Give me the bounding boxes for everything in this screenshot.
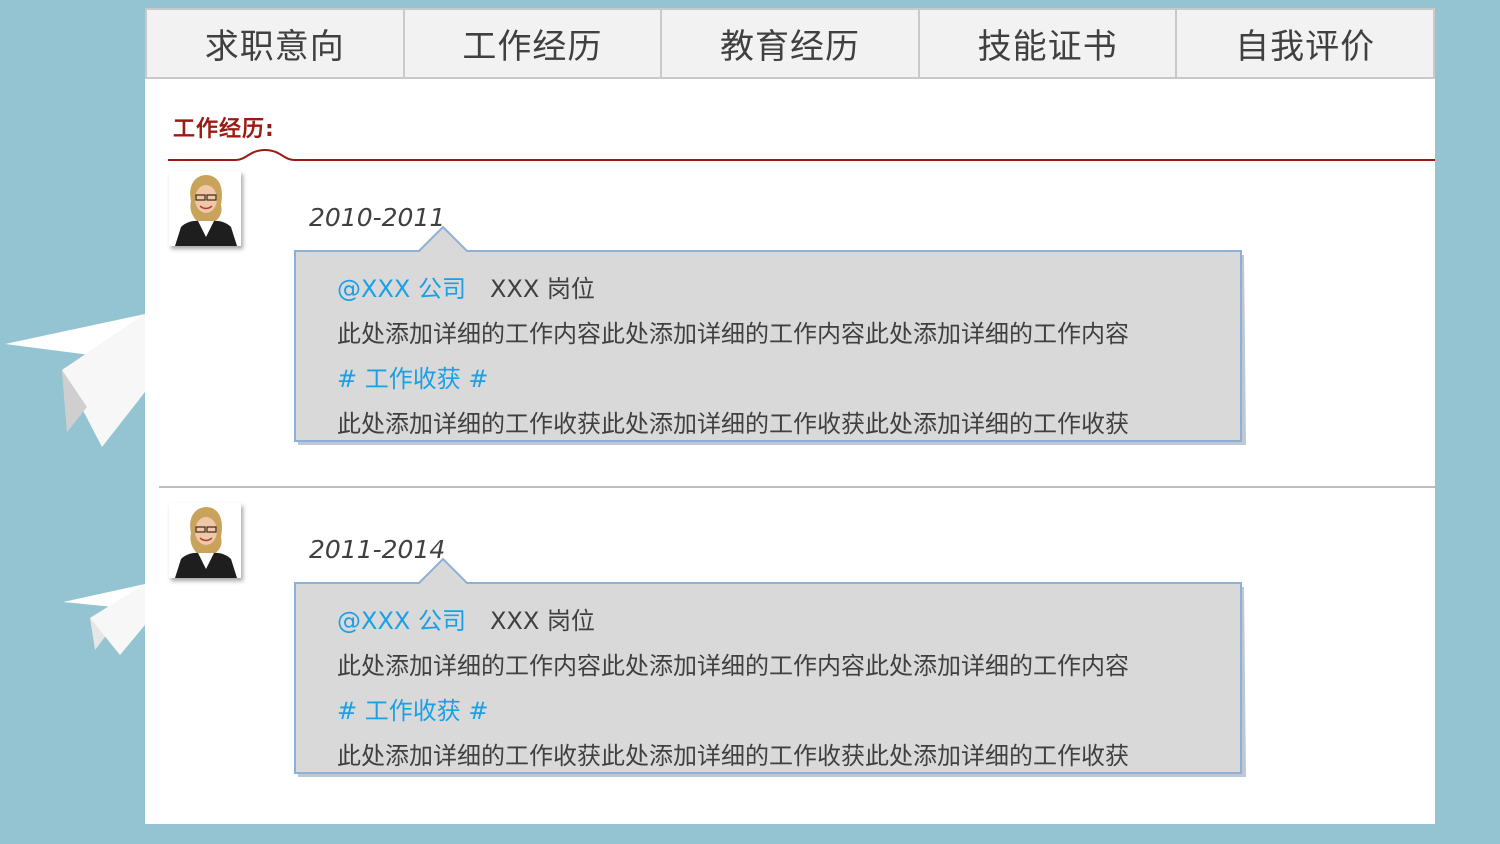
avatar xyxy=(169,503,241,578)
tab-job-intention[interactable]: 求职意向 xyxy=(147,10,405,77)
section-title: 工作经历: xyxy=(173,117,275,142)
bubble-content: @XXX 公司 XXX 岗位 此处添加详细的工作内容此处添加详细的工作内容此处添加… xyxy=(337,599,1197,779)
paper-plane-icon xyxy=(5,314,145,447)
bubble-content: @XXX 公司 XXX 岗位 此处添加详细的工作内容此处添加详细的工作内容此处添加… xyxy=(337,267,1197,447)
paper-plane-icon xyxy=(63,584,145,655)
job-position: XXX 岗位 xyxy=(489,607,595,635)
work-harvest: 此处添加详细的工作收获此处添加详细的工作收获此处添加详细的工作收获 xyxy=(337,742,1129,770)
work-content: 此处添加详细的工作内容此处添加详细的工作内容此处添加详细的工作内容 xyxy=(337,652,1129,680)
title-underline xyxy=(168,148,1435,161)
content-panel: 工作经历: 2010-2011 @XXX 公司 XXX 岗位 此处添加详细的工作… xyxy=(145,79,1435,824)
tab-education[interactable]: 教育经历 xyxy=(662,10,920,77)
work-content: 此处添加详细的工作内容此处添加详细的工作内容此处添加详细的工作内容 xyxy=(337,320,1129,348)
entry-divider xyxy=(159,486,1435,488)
company-name: @XXX 公司 xyxy=(337,275,466,303)
experience-entry: 2011-2014 @XXX 公司 XXX 岗位 此处添加详细的工作内容此处添加详… xyxy=(145,503,1435,813)
job-position: XXX 岗位 xyxy=(489,275,595,303)
tab-work-experience[interactable]: 工作经历 xyxy=(405,10,663,77)
company-name: @XXX 公司 xyxy=(337,607,466,635)
work-harvest: 此处添加详细的工作收获此处添加详细的工作收获此处添加详细的工作收获 xyxy=(337,410,1129,438)
tab-skills-certificates[interactable]: 技能证书 xyxy=(920,10,1178,77)
tab-self-evaluation[interactable]: 自我评价 xyxy=(1177,10,1433,77)
avatar-photo xyxy=(169,503,241,578)
avatar xyxy=(169,171,241,246)
tab-bar: 求职意向 工作经历 教育经历 技能证书 自我评价 xyxy=(145,8,1435,79)
harvest-label: # 工作收获 # xyxy=(337,365,489,393)
experience-entry: 2010-2011 @XXX 公司 XXX 岗位 此处添加详细的工作内容此处添加详… xyxy=(145,171,1435,481)
harvest-label: # 工作收获 # xyxy=(337,697,489,725)
avatar-photo xyxy=(169,171,241,246)
